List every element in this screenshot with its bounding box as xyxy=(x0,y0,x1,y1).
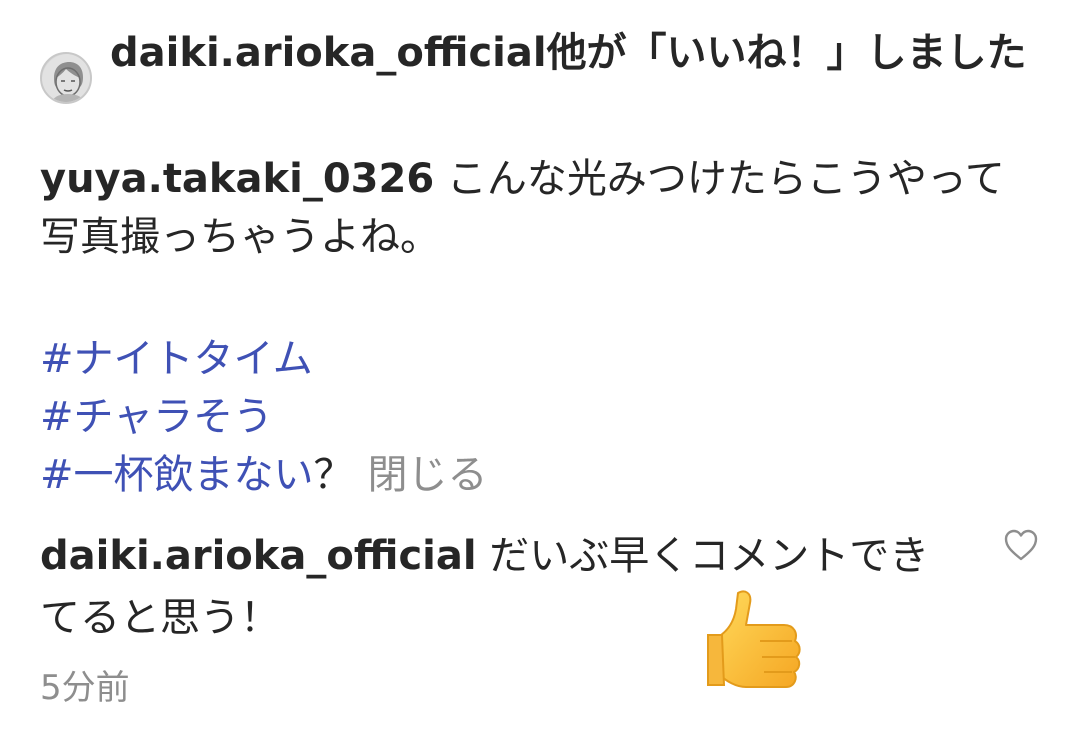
avatar[interactable] xyxy=(40,52,92,104)
comment-author-username[interactable]: daiki.arioka_official xyxy=(40,533,477,579)
close-caption-link[interactable]: 閉じる xyxy=(368,452,488,498)
question-mark: ？ xyxy=(313,452,354,498)
post-caption: yuya.takaki_0326 こんな光みつけたらこうやって写真撮っちゃうよね… xyxy=(40,150,1040,266)
comment-timestamp: 5分前 xyxy=(40,668,130,708)
avatar-sketch-icon xyxy=(42,54,90,102)
hashtag-link[interactable]: #一杯飲まない xyxy=(40,452,314,498)
hashtag-link[interactable]: #ナイトタイム xyxy=(40,330,1040,388)
post-author-username[interactable]: yuya.takaki_0326 xyxy=(40,156,434,202)
thumbs-up-icon xyxy=(700,585,815,700)
comment: daiki.arioka_official だいぶ早くコメントできてると思う！ xyxy=(40,525,960,649)
likes-summary[interactable]: daiki.arioka_official他が「いいね！」しました xyxy=(110,28,1050,78)
hashtag-list: #ナイトタイム #チャラそう #一杯飲まない？ 閉じる xyxy=(40,330,1040,504)
hashtag-link[interactable]: #チャラそう xyxy=(40,388,1040,446)
heart-outline-icon[interactable] xyxy=(1003,528,1039,562)
